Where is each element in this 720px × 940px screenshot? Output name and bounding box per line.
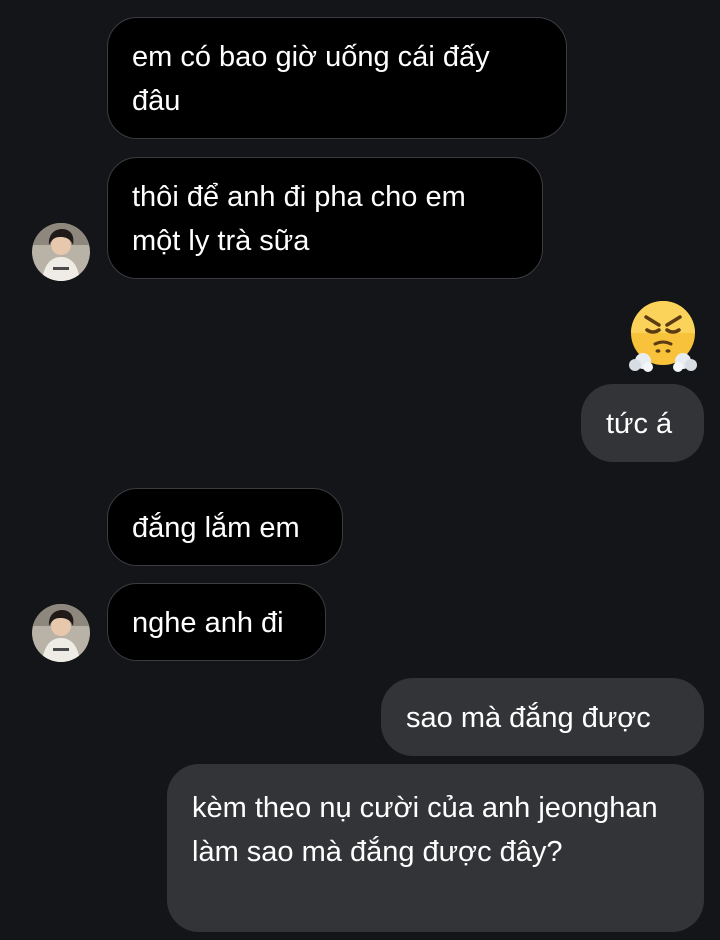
message-text: đắng lắm em: [132, 512, 300, 544]
incoming-message-bubble[interactable]: em có bao giờ uống cái đấy đâu: [107, 17, 567, 139]
contact-avatar[interactable]: [32, 604, 90, 662]
message-text: em có bao giờ uống cái đấy đâu: [132, 41, 490, 117]
message-text: tức á: [606, 408, 673, 440]
message-text: thôi để anh đi pha cho em một ly trà sữa: [132, 181, 466, 257]
outgoing-message-bubble[interactable]: sao mà đắng được: [381, 678, 704, 756]
outgoing-message-bubble[interactable]: tức á: [581, 384, 704, 462]
message-text: sao mà đắng được: [406, 702, 651, 734]
message-text: nghe anh đi: [132, 607, 284, 639]
incoming-message-bubble[interactable]: thôi để anh đi pha cho em một ly trà sữa: [107, 157, 543, 279]
contact-avatar[interactable]: [32, 223, 90, 281]
face-with-steam-from-nose-icon[interactable]: [624, 297, 702, 380]
message-text: kèm theo nụ cười của anh jeonghan làm sa…: [192, 792, 658, 868]
incoming-message-bubble[interactable]: đắng lắm em: [107, 488, 343, 566]
outgoing-message-bubble[interactable]: kèm theo nụ cười của anh jeonghan làm sa…: [167, 764, 704, 932]
incoming-message-bubble[interactable]: nghe anh đi: [107, 583, 326, 661]
